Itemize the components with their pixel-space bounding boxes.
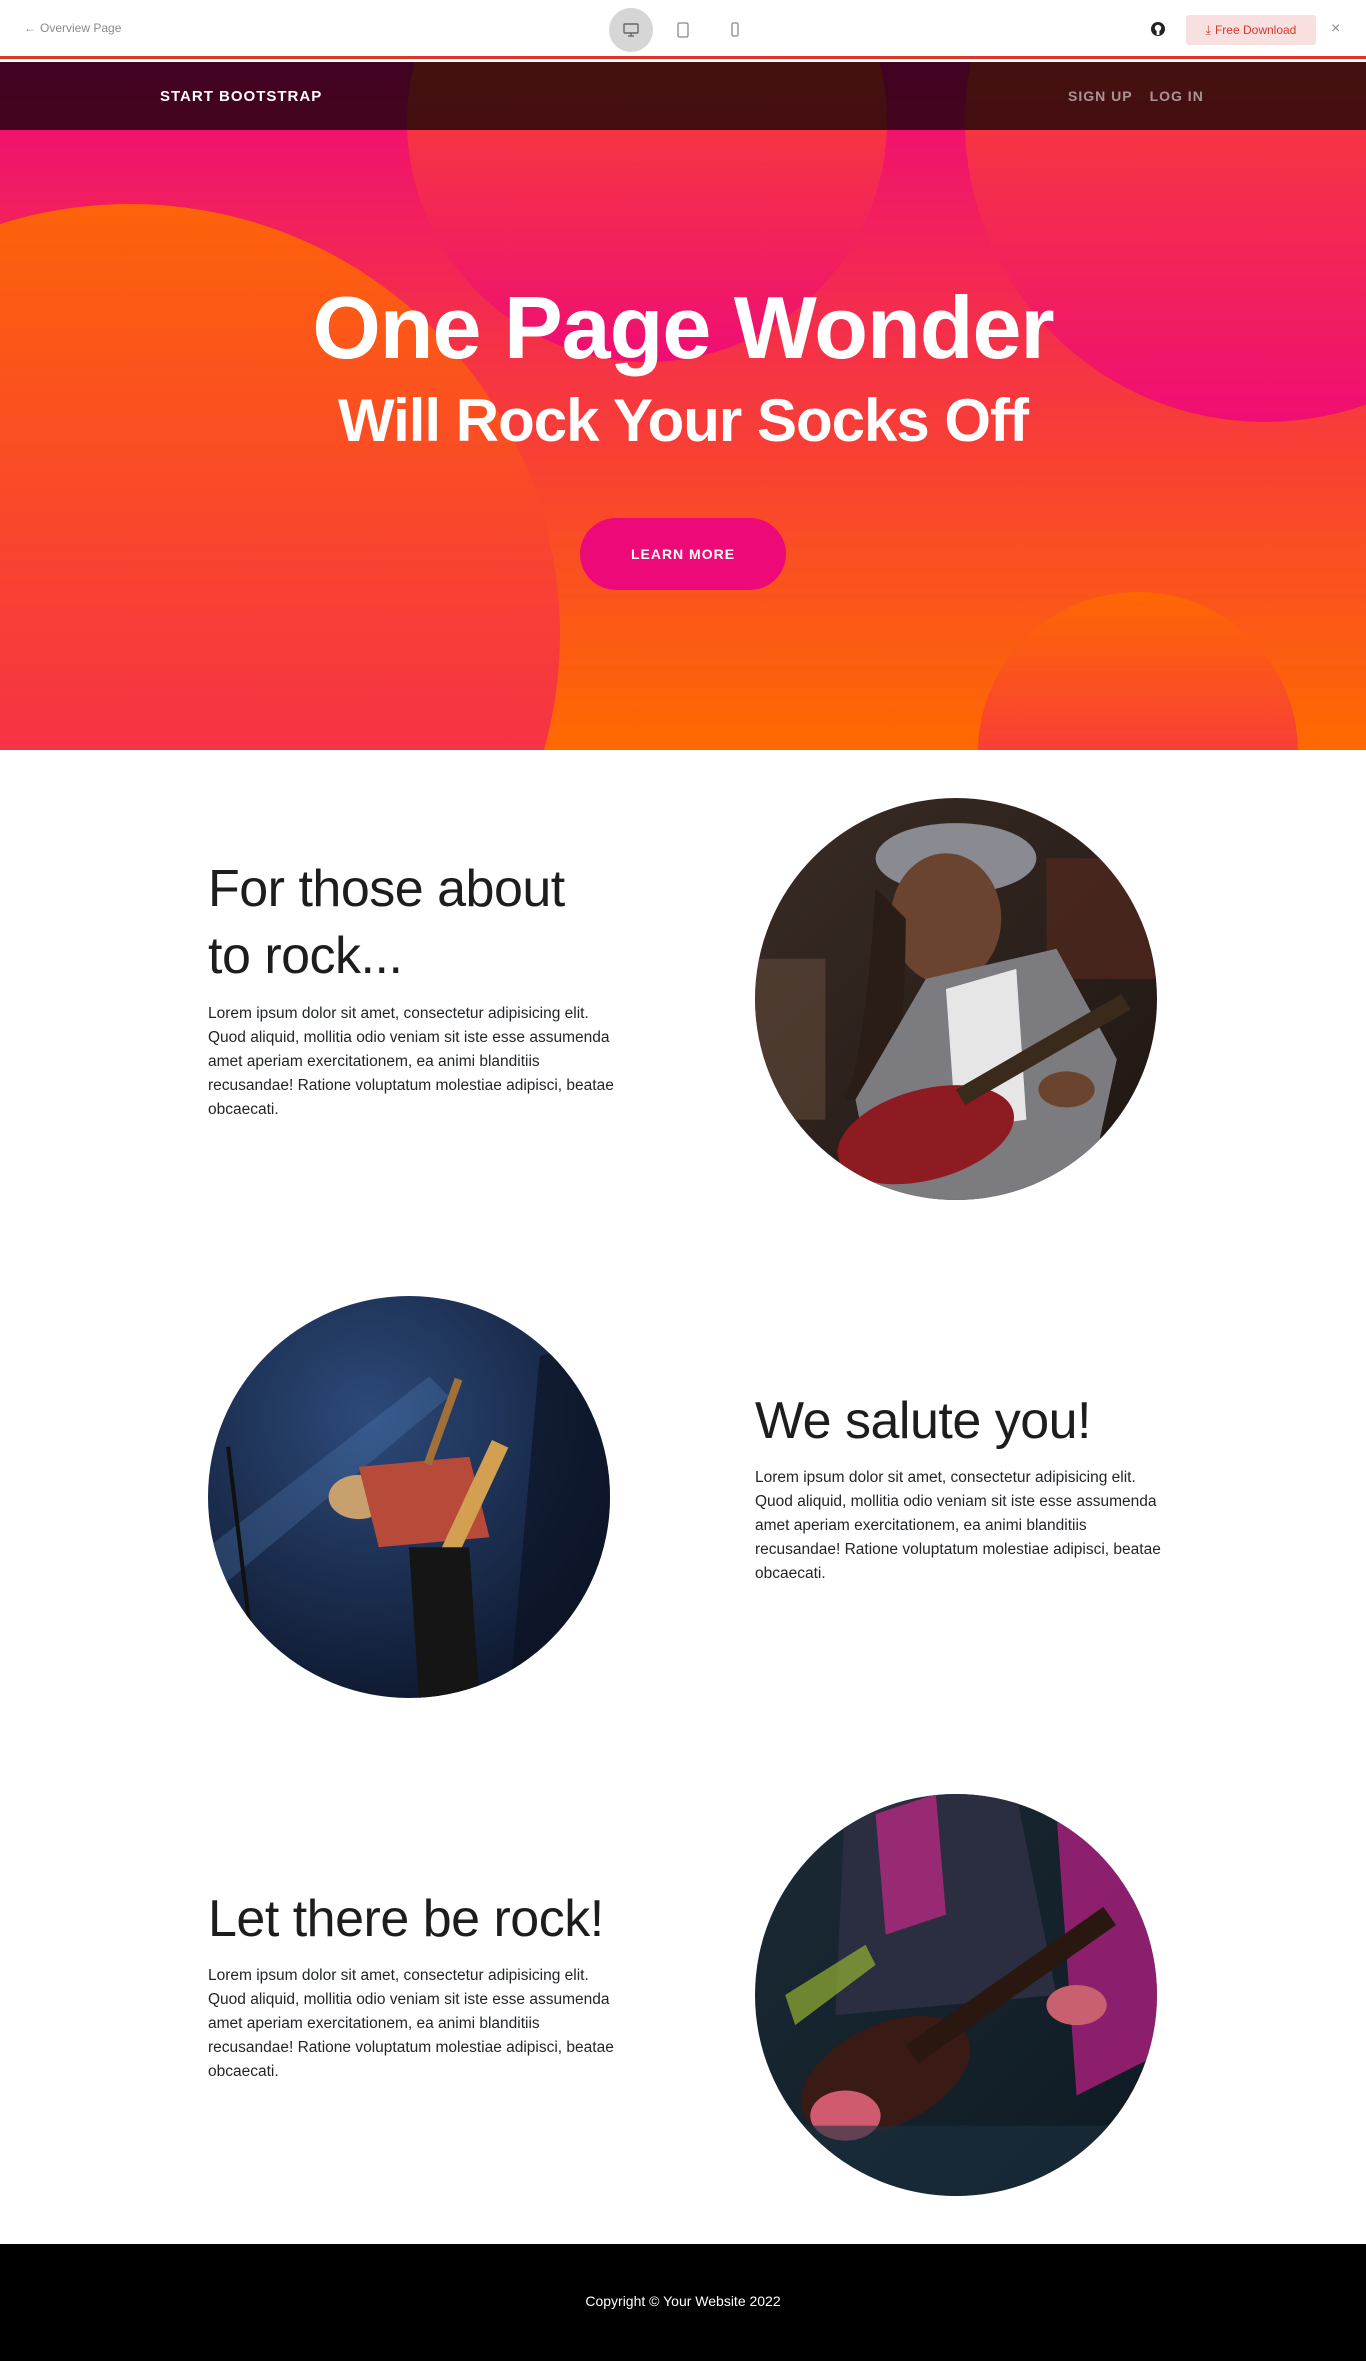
download-label: Free Download [1214,23,1297,37]
learn-more-button[interactable]: LEARN MORE [580,518,786,590]
nav-log-in-link[interactable]: LOG IN [1150,88,1204,104]
section-text: Lorem ipsum dolor sit amet, consectetur … [208,1005,614,1118]
close-icon[interactable]: × [1331,19,1340,39]
preview-toolbar: ← Overview Page ⤓ Free Download × [0,0,1366,59]
site-footer: Copyright © Your Website 2022 [0,2244,1366,2361]
section-text: Lorem ipsum dolor sit amet, consectetur … [755,1469,1161,1582]
hero-title: One Page Wonder [312,278,1054,377]
woman-playing-guitar-photo [755,798,1157,1200]
desktop-icon [623,23,639,37]
section-title: We salute you! [755,1392,1092,1450]
hero-bg-circle [978,592,1298,750]
tablet-icon [677,22,689,38]
download-icon: ⤓ [1205,22,1211,37]
section-text: Lorem ipsum dolor sit amet, consectetur … [208,1967,614,2080]
copyright-text: Copyright © Your Website 2022 [585,2293,781,2309]
guitarist-on-stage-photo [208,1296,610,1698]
site-navbar: START BOOTSTRAP SIGN UP LOG IN [0,62,1366,130]
free-download-button[interactable]: ⤓ Free Download [1186,15,1316,45]
desktop-view-button[interactable] [609,8,653,52]
phone-view-button[interactable] [713,8,757,52]
back-to-overview-link[interactable]: ← Overview Page [24,21,121,35]
arrow-left-icon: ← [24,21,36,35]
navbar-links: SIGN UP LOG IN [1068,88,1204,104]
hero-subtitle: Will Rock Your Socks Off [337,387,1029,454]
guitar-closeup-neon-photo [755,1794,1157,2196]
tablet-view-button[interactable] [661,8,705,52]
device-switcher [609,8,757,52]
section-title: For those about to rock... [208,860,565,985]
nav-sign-up-link[interactable]: SIGN UP [1068,88,1133,104]
back-link-label: Overview Page [40,21,122,35]
github-icon[interactable] [1150,21,1166,37]
phone-icon [731,22,739,37]
section-title: Let there be rock! [208,1890,604,1948]
navbar-brand[interactable]: START BOOTSTRAP [160,88,322,105]
